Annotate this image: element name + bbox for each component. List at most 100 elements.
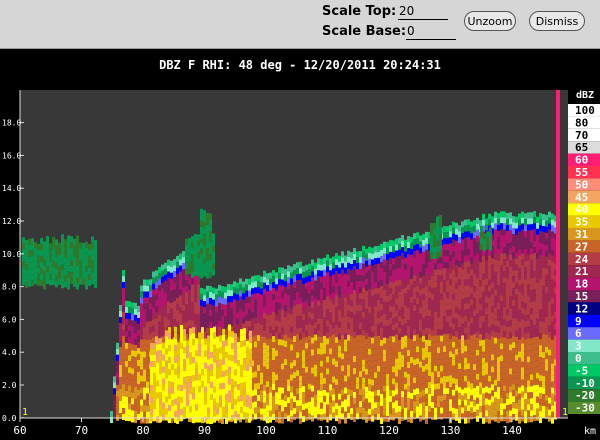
echo-bin: [377, 293, 380, 300]
echo-bin: [91, 272, 94, 279]
echo-bin: [428, 310, 431, 317]
echo-bin: [284, 341, 287, 348]
echo-bin: [198, 350, 201, 357]
echo-bin: [461, 365, 464, 372]
echo-bin: [410, 236, 413, 243]
echo-bin: [207, 353, 210, 360]
echo-bin: [389, 305, 392, 312]
echo-bin: [287, 355, 290, 362]
echo-bin: [485, 266, 488, 273]
echo-bin: [467, 327, 470, 334]
echo-bin: [413, 293, 416, 300]
echo-bin: [428, 304, 431, 311]
echo-bin: [479, 346, 482, 353]
echo-bin: [278, 351, 281, 358]
echo-bin: [512, 354, 515, 361]
echo-bin: [76, 277, 79, 284]
echo-bin: [284, 389, 287, 396]
echo-bin: [257, 407, 260, 414]
rhi-radar-plot[interactable]: 18.016.014.012.010.08.06.04.02.00.0 60 70…: [0, 84, 600, 440]
echo-bin: [500, 301, 503, 308]
echo-bin: [500, 409, 503, 416]
echo-bin: [152, 289, 155, 296]
echo-bin: [488, 351, 491, 358]
echo-bin: [542, 256, 545, 263]
echo-bin: [254, 383, 257, 390]
echo-bin: [143, 327, 146, 334]
echo-bin: [539, 243, 542, 250]
echo-bin: [299, 327, 302, 334]
echo-bin: [512, 222, 515, 229]
echo-bin: [542, 322, 545, 329]
echo-bin: [353, 349, 356, 356]
echo-bin: [494, 325, 497, 332]
echo-bin: [73, 280, 76, 287]
echo-bin: [437, 347, 440, 354]
scale-top-input[interactable]: 20: [398, 4, 448, 20]
echo-bin: [128, 331, 131, 338]
echo-bin: [113, 376, 116, 383]
echo-bin: [156, 374, 159, 381]
echo-bin: [228, 396, 231, 403]
echo-bin: [536, 222, 539, 229]
unzoom-button[interactable]: Unzoom: [464, 11, 516, 31]
echo-bin: [275, 320, 278, 327]
echo-bin: [506, 303, 509, 310]
echo-bin: [530, 392, 533, 399]
echo-bin: [188, 296, 191, 303]
echo-bin: [548, 331, 551, 338]
echo-bin: [28, 256, 31, 263]
echo-bin: [134, 308, 137, 315]
echo-bin: [341, 293, 344, 300]
echo-bin: [383, 289, 386, 296]
echo-bin: [494, 229, 497, 236]
echo-bin: [380, 267, 383, 274]
echo-bin: [203, 252, 206, 259]
echo-bin: [299, 279, 302, 286]
echo-bin: [305, 300, 308, 307]
echo-bin: [371, 415, 374, 422]
scale-base-input[interactable]: 0: [406, 24, 456, 40]
echo-bin: [509, 326, 512, 333]
echo-bin: [398, 369, 401, 376]
echo-bin: [296, 310, 299, 317]
echo-bin: [518, 315, 521, 322]
echo-bin: [407, 368, 410, 375]
echo-bin: [176, 309, 179, 316]
echo-bin: [218, 308, 221, 315]
echo-bin: [168, 351, 171, 358]
echo-bin: [174, 392, 177, 399]
echo-bin: [198, 392, 201, 399]
echo-bin: [530, 290, 533, 297]
echo-bin: [488, 279, 491, 286]
echo-bin: [515, 354, 518, 361]
echo-bin: [284, 335, 287, 342]
echo-bin: [530, 266, 533, 273]
echo-bin: [419, 313, 422, 320]
echo-bin: [509, 386, 512, 393]
echo-bin: [458, 267, 461, 274]
dismiss-button[interactable]: Dismiss: [529, 11, 585, 31]
echo-bin: [192, 333, 195, 340]
echo-bin: [521, 367, 524, 374]
echo-bin: [326, 344, 329, 351]
echo-bin: [509, 290, 512, 297]
echo-bin: [473, 322, 476, 329]
echo-bin: [356, 359, 359, 366]
echo-bin: [449, 237, 452, 244]
echo-bin: [272, 384, 275, 391]
echo-bin: [530, 308, 533, 315]
echo-bin: [383, 307, 386, 314]
echo-bin: [452, 257, 455, 264]
echo-bin: [446, 256, 449, 263]
echo-bin: [437, 269, 440, 276]
echo-bin: [494, 259, 497, 266]
echo-bin: [22, 267, 25, 274]
echo-bin: [392, 318, 395, 325]
echo-bin: [548, 283, 551, 290]
echo-bin: [299, 315, 302, 322]
echo-bin: [491, 348, 494, 355]
echo-bin: [159, 380, 162, 387]
echo-bin: [401, 265, 404, 272]
echo-bin: [536, 228, 539, 235]
